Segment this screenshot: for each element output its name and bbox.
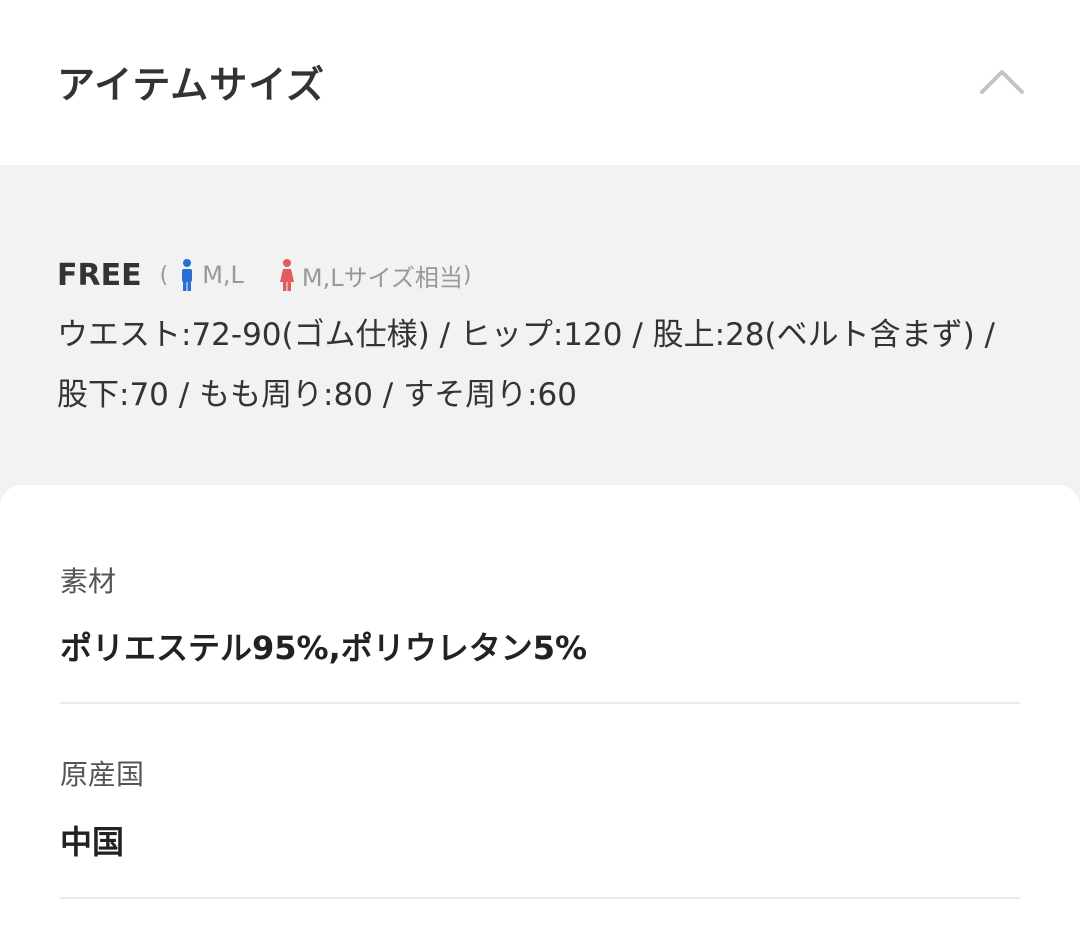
size-name: FREE	[57, 257, 142, 293]
material-label: 素材	[60, 565, 117, 598]
size-line: FREE ( M,L M,Lサイズ相当 )	[57, 253, 472, 297]
size-panel: FREE ( M,L M,Lサイズ相当 ) ウエスト:72-90(ゴム仕様) /…	[0, 165, 1080, 505]
paren-close: )	[462, 262, 472, 288]
size-measurements: ウエスト:72-90(ゴム仕様) / ヒップ:120 / 股上:28(ベルト含ま…	[57, 317, 996, 413]
material-value: ポリエステル95%,ポリウレタン5%	[60, 629, 588, 667]
section-title: アイテムサイズ	[57, 63, 326, 107]
male-person-icon	[182, 259, 193, 291]
item-size-header[interactable]: アイテムサイズ	[0, 0, 1080, 165]
details-card: 素材 ポリエステル95%,ポリウレタン5% 原産国 中国	[0, 485, 1080, 925]
male-sizes: M,L	[202, 261, 244, 289]
chevron-up-icon	[980, 70, 1024, 94]
collapse-button[interactable]	[972, 58, 1032, 104]
divider	[60, 897, 1020, 899]
paren-open: (	[159, 262, 169, 288]
origin-label: 原産国	[60, 758, 145, 791]
female-person-icon	[279, 259, 294, 291]
female-sizes: M,Lサイズ相当	[301, 263, 463, 292]
origin-value: 中国	[60, 823, 125, 861]
divider	[60, 702, 1020, 704]
